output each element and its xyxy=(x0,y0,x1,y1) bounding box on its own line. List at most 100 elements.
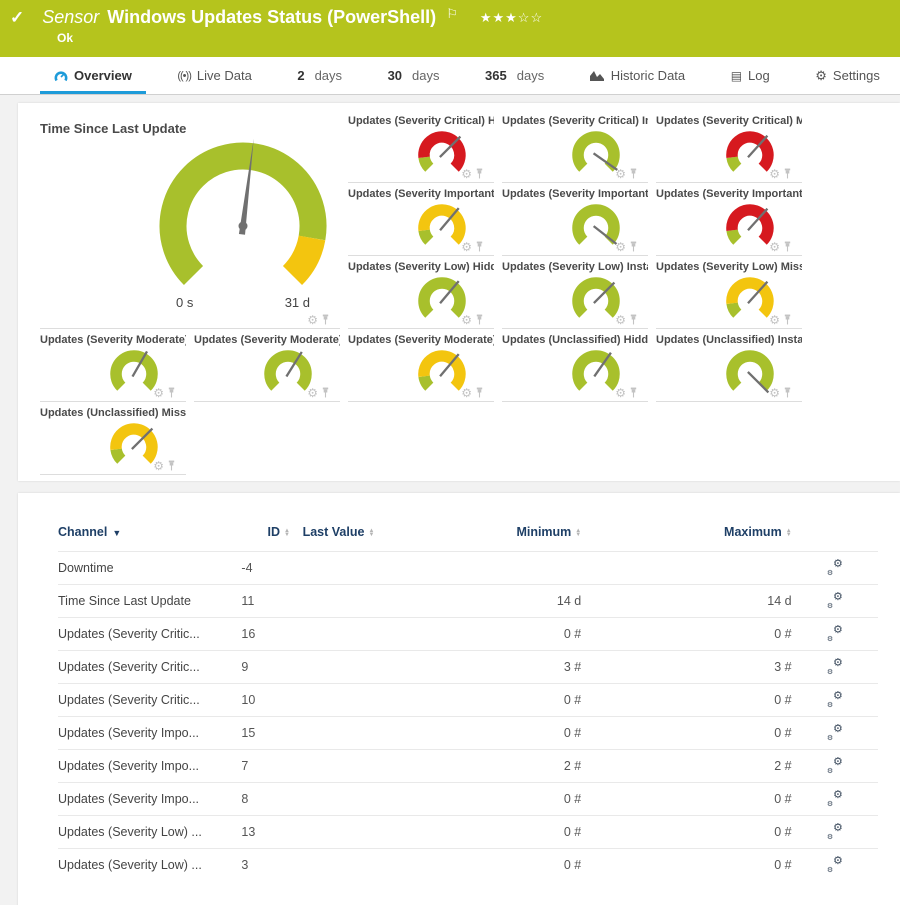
channel-settings-icon[interactable]: ⚙⚙ xyxy=(827,824,843,838)
tab-label: Log xyxy=(748,68,770,83)
column-label: Last Value xyxy=(303,525,365,539)
gear-icon[interactable]: ⚙ xyxy=(153,461,164,471)
channel-settings-icon[interactable]: ⚙⚙ xyxy=(827,593,843,607)
tab-label: days xyxy=(517,68,544,83)
column-header-id[interactable]: ID▲▼ xyxy=(241,521,290,552)
channel-settings-icon[interactable]: ⚙⚙ xyxy=(827,857,843,871)
gear-icon[interactable]: ⚙ xyxy=(461,388,472,398)
pin-icon[interactable] xyxy=(321,387,330,398)
pin-icon[interactable] xyxy=(321,314,330,325)
column-label: Maximum xyxy=(724,525,782,539)
table-row: Updates (Severity Critic...160 #0 #⚙⚙ xyxy=(58,618,878,651)
tab-number: 365 xyxy=(485,68,507,83)
channel-settings-icon[interactable]: ⚙⚙ xyxy=(827,692,843,706)
channel-name: Downtime xyxy=(58,552,241,585)
column-header-last-value[interactable]: Last Value▲▼ xyxy=(290,521,387,552)
channel-minimum: 0 # xyxy=(387,816,581,849)
channel-name: Updates (Severity Impo... xyxy=(58,783,241,816)
gear-icon[interactable]: ⚙ xyxy=(769,388,780,398)
gear-icon[interactable]: ⚙ xyxy=(307,315,318,325)
tab-label: days xyxy=(412,68,439,83)
pin-icon[interactable] xyxy=(783,168,792,179)
gauge-title: Updates (Severity Important) ... xyxy=(656,188,802,200)
column-label: Channel xyxy=(58,525,107,539)
gear-icon[interactable]: ⚙ xyxy=(769,242,780,252)
gear-icon[interactable]: ⚙ xyxy=(153,388,164,398)
gear-icon[interactable]: ⚙ xyxy=(615,242,626,252)
tab-days30-days[interactable]: 30days xyxy=(382,57,446,94)
pin-icon[interactable] xyxy=(475,387,484,398)
pin-icon[interactable] xyxy=(783,241,792,252)
channel-settings-icon[interactable]: ⚙⚙ xyxy=(827,626,843,640)
channel-gauge-panel: Updates (Unclassified) Missing⚙ xyxy=(40,402,186,475)
channel-id: 11 xyxy=(241,585,290,618)
gauge-title: Updates (Unclassified) Install... xyxy=(656,334,802,346)
pin-icon[interactable] xyxy=(629,387,638,398)
channel-gauge-panel: Updates (Severity Critical) Ins...⚙ xyxy=(502,110,648,183)
channel-maximum: 0 # xyxy=(581,816,791,849)
channel-gauge-panel: Updates (Severity Low) Install...⚙ xyxy=(502,256,648,329)
column-header-maximum[interactable]: Maximum▲▼ xyxy=(581,521,791,552)
pin-icon[interactable] xyxy=(629,314,638,325)
gear-icon[interactable]: ⚙ xyxy=(615,315,626,325)
pin-icon[interactable] xyxy=(629,168,638,179)
channel-id: 16 xyxy=(241,618,290,651)
gauge-chart xyxy=(148,138,338,306)
channels-table-panel: Channel▼ID▲▼Last Value▲▼Minimum▲▼Maximum… xyxy=(18,493,900,905)
channel-last-value xyxy=(290,783,387,816)
channel-gauge-panel: Updates (Unclassified) Hidden⚙ xyxy=(502,329,648,402)
tab-settings[interactable]: ⚙Settings xyxy=(809,57,886,94)
pin-icon[interactable] xyxy=(167,387,176,398)
sort-desc-icon: ▼ xyxy=(112,528,121,538)
channel-last-value xyxy=(290,552,387,585)
channel-settings-icon[interactable]: ⚙⚙ xyxy=(827,725,843,739)
pin-icon[interactable] xyxy=(783,387,792,398)
channel-id: 7 xyxy=(241,750,290,783)
gear-icon[interactable]: ⚙ xyxy=(769,169,780,179)
column-header-channel[interactable]: Channel ▼ xyxy=(58,521,241,552)
channel-id: 13 xyxy=(241,816,290,849)
gear-icon[interactable]: ⚙ xyxy=(615,388,626,398)
tab-days365-days[interactable]: 365 days xyxy=(479,57,550,94)
channel-last-value xyxy=(290,651,387,684)
tab-overview[interactable]: Overview xyxy=(48,57,138,94)
table-row: Updates (Severity Impo...72 #2 #⚙⚙ xyxy=(58,750,878,783)
gear-icon[interactable]: ⚙ xyxy=(461,169,472,179)
gauge-title: Updates (Severity Moderate) ... xyxy=(348,334,494,346)
pin-icon[interactable] xyxy=(629,241,638,252)
gauge-title: Updates (Severity Important) ... xyxy=(502,188,648,200)
gear-icon[interactable]: ⚙ xyxy=(769,315,780,325)
tab-log[interactable]: ▤Log xyxy=(725,57,776,94)
channel-minimum: 14 d xyxy=(387,585,581,618)
channel-settings-icon[interactable]: ⚙⚙ xyxy=(827,758,843,772)
channel-settings-icon[interactable]: ⚙⚙ xyxy=(827,659,843,673)
gear-icon[interactable]: ⚙ xyxy=(615,169,626,179)
tab-historic-data[interactable]: Historic Data xyxy=(584,57,691,94)
gear-icon[interactable]: ⚙ xyxy=(461,242,472,252)
pin-icon[interactable] xyxy=(167,460,176,471)
sensor-title: Windows Updates Status (PowerShell) xyxy=(107,7,436,28)
column-header-minimum[interactable]: Minimum▲▼ xyxy=(387,521,581,552)
pin-icon[interactable] xyxy=(475,241,484,252)
historic-data-icon xyxy=(590,70,605,81)
pin-icon[interactable] xyxy=(475,314,484,325)
tab-days2-days[interactable]: 2days xyxy=(291,57,348,94)
channel-maximum: 0 # xyxy=(581,618,791,651)
pin-icon[interactable] xyxy=(783,314,792,325)
channel-settings-icon[interactable]: ⚙⚙ xyxy=(827,560,843,574)
sensor-header: ✓ Sensor Windows Updates Status (PowerSh… xyxy=(0,0,900,57)
table-row: Updates (Severity Low) ...13 0 #0 # ⚙⚙ xyxy=(58,816,878,849)
priority-stars[interactable]: ★★★☆☆ xyxy=(480,10,543,26)
pin-icon[interactable] xyxy=(475,168,484,179)
channel-settings-icon[interactable]: ⚙⚙ xyxy=(827,791,843,805)
channel-name: Updates (Severity Low) ... xyxy=(58,816,241,849)
channel-gauge-panel: Updates (Severity Important) ...⚙ xyxy=(348,183,494,256)
channel-name: Updates (Severity Critic... xyxy=(58,618,241,651)
channel-maximum: 2 # xyxy=(581,750,791,783)
gear-icon[interactable]: ⚙ xyxy=(307,388,318,398)
tab-label: Historic Data xyxy=(611,68,685,83)
gauge-title: Time Since Last Update xyxy=(40,115,340,136)
sort-both-icon: ▲▼ xyxy=(368,529,374,537)
tab-live-data[interactable]: ((•))Live Data xyxy=(171,57,257,94)
gear-icon[interactable]: ⚙ xyxy=(461,315,472,325)
